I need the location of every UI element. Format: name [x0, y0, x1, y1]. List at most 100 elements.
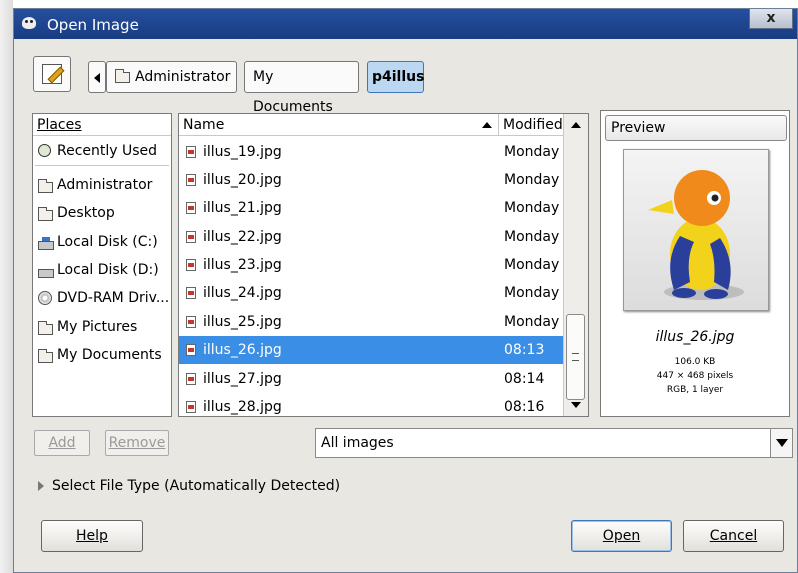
file-name: illus_26.jpg: [203, 342, 282, 358]
scrollbar-thumb[interactable]: [566, 314, 585, 400]
folder-icon: [115, 69, 130, 83]
background-window-edge: [0, 0, 13, 573]
file-modified: Monday: [504, 229, 560, 245]
image-file-icon: [186, 174, 196, 186]
type-location-button[interactable]: [33, 56, 71, 92]
file-row[interactable]: illus_25.jpg Monday: [179, 308, 563, 336]
dropdown-button[interactable]: [770, 429, 792, 457]
place-local-disk-d[interactable]: Local Disk (D:): [33, 257, 171, 283]
file-row[interactable]: illus_23.jpg Monday: [179, 251, 563, 279]
place-local-disk-c[interactable]: Local Disk (C:): [33, 229, 171, 255]
file-name: illus_20.jpg: [203, 172, 282, 188]
chevron-down-icon: [776, 439, 788, 447]
folder-icon: [38, 349, 53, 363]
file-row[interactable]: illus_22.jpg Monday: [179, 223, 563, 251]
file-name: illus_24.jpg: [203, 285, 282, 301]
file-row[interactable]: illus_27.jpg 08:14: [179, 365, 563, 393]
file-row[interactable]: illus_20.jpg Monday: [179, 166, 563, 194]
open-button[interactable]: Open: [571, 520, 672, 552]
cancel-button[interactable]: Cancel: [683, 520, 784, 552]
image-file-icon: [186, 344, 196, 356]
places-header[interactable]: Places: [33, 114, 171, 136]
places-separator: [35, 165, 169, 166]
place-label: DVD-RAM Driv...: [57, 290, 170, 306]
file-row[interactable]: illus_19.jpg Monday: [179, 138, 563, 166]
scroll-down-arrow-icon[interactable]: [571, 402, 581, 408]
sort-ascending-icon: [482, 122, 492, 128]
place-label: My Documents: [57, 347, 162, 363]
place-recently-used[interactable]: Recently Used: [33, 138, 171, 164]
scroll-up-arrow-icon[interactable]: [571, 122, 581, 128]
file-row-selected[interactable]: illus_26.jpg 08:13: [179, 336, 563, 364]
file-row[interactable]: illus_21.jpg Monday: [179, 194, 563, 222]
file-modified: Monday: [504, 200, 560, 216]
path-crumb-administrator[interactable]: Administrator: [106, 61, 237, 93]
left-arrow-icon: [94, 73, 100, 83]
path-crumb-p4illus[interactable]: p4illus: [367, 61, 424, 93]
image-file-icon: [186, 202, 196, 214]
file-name: illus_28.jpg: [203, 399, 282, 415]
preview-toggle-button[interactable]: Preview: [605, 115, 787, 141]
image-file-icon: [186, 231, 196, 243]
place-my-pictures[interactable]: My Pictures: [33, 314, 171, 340]
file-modified: Monday: [504, 172, 560, 188]
select-file-type-expander[interactable]: Select File Type (Automatically Detected…: [36, 475, 340, 497]
cancel-label: Cancel: [709, 528, 758, 544]
file-filter-dropdown[interactable]: All images: [315, 428, 793, 458]
bird-figure-image: [648, 170, 744, 300]
help-button[interactable]: Help: [41, 520, 143, 552]
expander-label: Select File Type (Automatically Detected…: [52, 478, 341, 494]
dialog-title: Open Image: [47, 16, 139, 34]
file-modified: 08:14: [504, 371, 545, 387]
file-modified: Monday: [504, 257, 560, 273]
folder-icon: [38, 321, 53, 335]
preview-color-mode: RGB, 1 layer: [666, 385, 724, 395]
gimp-app-icon: [22, 17, 36, 29]
file-filter-value: All images: [321, 435, 394, 451]
file-modified: 08:13: [504, 342, 545, 358]
preview-dimensions: 447 × 468 pixels: [656, 371, 734, 381]
disk-icon: [38, 237, 54, 250]
preview-panel: Preview illus_26.jpg 106.0 KB 447 × 468 …: [600, 110, 790, 417]
close-button[interactable]: x: [749, 9, 793, 29]
file-row[interactable]: illus_24.jpg Monday: [179, 279, 563, 307]
help-label: Help: [76, 528, 108, 544]
path-back-button[interactable]: [88, 61, 106, 93]
open-label: Open: [602, 528, 641, 544]
preview-file-name: illus_26.jpg: [655, 329, 735, 345]
add-bookmark-button[interactable]: Add: [34, 430, 90, 456]
title-bar[interactable]: Open Image x: [14, 9, 797, 39]
path-crumb-my-documents[interactable]: My Documents: [244, 61, 359, 115]
preview-thumbnail[interactable]: [623, 149, 769, 311]
crumb-label: My Documents: [253, 69, 333, 115]
folder-icon: [38, 179, 53, 193]
image-file-icon: [186, 259, 196, 271]
file-name: illus_25.jpg: [203, 314, 282, 330]
pencil-icon: [42, 64, 62, 84]
file-name: illus_23.jpg: [203, 257, 282, 273]
remove-bookmark-button[interactable]: Remove: [105, 430, 169, 456]
column-header-name[interactable]: Name: [179, 114, 499, 136]
place-administrator[interactable]: Administrator: [33, 172, 171, 198]
place-dvd-ram[interactable]: DVD-RAM Driv...: [33, 285, 171, 311]
place-label: Recently Used: [57, 143, 158, 159]
expander-arrow-icon: [38, 481, 44, 491]
crumb-label: Administrator: [135, 69, 231, 85]
column-header-modified[interactable]: Modified: [499, 114, 563, 136]
place-label: Administrator: [57, 177, 153, 193]
open-image-dialog: Open Image x Administrator My Documents …: [13, 8, 798, 573]
column-name-label: Name: [183, 117, 225, 133]
file-modified: Monday: [504, 285, 560, 301]
file-list-scrollbar[interactable]: [563, 114, 588, 416]
folder-icon: [38, 207, 53, 221]
file-modified: Monday: [504, 144, 560, 160]
file-modified: 08:16: [504, 399, 545, 415]
file-name: illus_22.jpg: [203, 229, 282, 245]
file-name: illus_19.jpg: [203, 144, 282, 160]
place-desktop[interactable]: Desktop: [33, 200, 171, 226]
recently-used-icon: [38, 144, 51, 157]
preview-file-size: 106.0 KB: [674, 357, 716, 367]
dvd-icon: [38, 291, 52, 305]
place-my-documents[interactable]: My Documents: [33, 342, 171, 368]
file-row[interactable]: illus_28.jpg 08:16: [179, 393, 563, 416]
